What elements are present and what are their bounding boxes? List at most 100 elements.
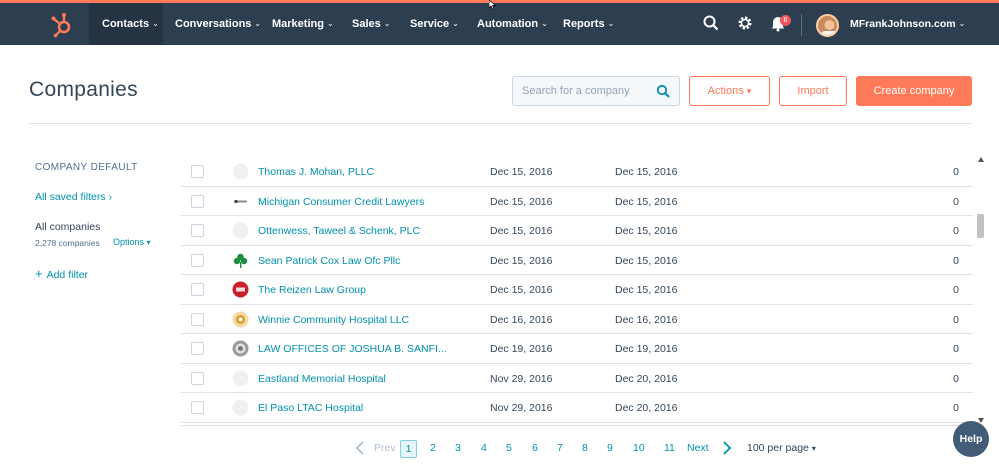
- nav-marketing[interactable]: Marketing ⌄: [272, 3, 334, 45]
- header-divider: [29, 123, 972, 124]
- associated-count: 0: [953, 313, 959, 326]
- pagination-page[interactable]: 9: [607, 440, 613, 458]
- hubspot-sprocket-logo-icon[interactable]: [48, 11, 76, 39]
- pagination-next[interactable]: Next: [687, 440, 709, 458]
- row-checkbox[interactable]: [191, 253, 204, 267]
- avatar[interactable]: [816, 14, 839, 37]
- row-checkbox[interactable]: [191, 312, 204, 326]
- chevron-right-icon[interactable]: [721, 440, 733, 456]
- last-activity-date: Dec 20, 2016: [615, 372, 678, 385]
- gear-icon[interactable]: [736, 14, 754, 32]
- company-name-link[interactable]: Ottenwess, Taweel & Schenk, PLC: [258, 225, 420, 237]
- company-logo-gray-seal-icon: [232, 340, 249, 357]
- table-row[interactable]: The Reizen Law Group Dec 15, 2016 Dec 15…: [181, 275, 973, 305]
- row-checkbox[interactable]: [191, 342, 204, 355]
- search-input[interactable]: Search for a company: [522, 85, 630, 97]
- company-name-link[interactable]: El Paso LTAC Hospital: [258, 402, 363, 414]
- actions-label: Actions: [707, 85, 744, 97]
- pagination-page[interactable]: 8: [582, 440, 588, 458]
- search-icon[interactable]: [656, 84, 671, 99]
- scroll-thumb[interactable]: [977, 214, 984, 238]
- nav-service[interactable]: Service ⌄: [410, 3, 459, 45]
- notification-count-badge: 6: [780, 15, 791, 26]
- current-view-name[interactable]: All companies: [35, 221, 100, 233]
- row-checkbox[interactable]: [191, 371, 204, 385]
- table-row[interactable]: Eastland Memorial Hospital Nov 29, 2016 …: [181, 364, 973, 393]
- per-page-label: 100 per page: [747, 442, 809, 454]
- nav-sales-label: Sales: [352, 18, 381, 30]
- create-date: Dec 15, 2016: [490, 254, 553, 267]
- company-name-link[interactable]: Thomas J. Mohan, PLLC: [258, 166, 374, 178]
- pagination-page[interactable]: 10: [633, 440, 645, 458]
- company-name-link[interactable]: Sean Patrick Cox Law Ofc Pllc: [258, 255, 400, 267]
- company-logo-gold-emblem-icon: [232, 311, 249, 327]
- company-logo-placeholder-icon: [232, 370, 249, 386]
- nav-automation[interactable]: Automation ⌄: [477, 3, 548, 45]
- user-menu[interactable]: MFrankJohnson.com ⌄: [850, 3, 965, 45]
- pagination-prev[interactable]: Prev: [374, 440, 396, 458]
- create-date: Nov 29, 2016: [490, 402, 553, 414]
- nav-contacts[interactable]: Contacts ⌄: [89, 3, 163, 45]
- company-name-link[interactable]: Eastland Memorial Hospital: [258, 373, 386, 385]
- options-label: Options: [113, 237, 145, 247]
- all-saved-filters-link[interactable]: All saved filters ›: [35, 191, 112, 203]
- table-row[interactable]: El Paso LTAC Hospital Nov 29, 2016 Dec 2…: [181, 393, 973, 423]
- per-page-dropdown[interactable]: 100 per page ▾: [747, 440, 816, 458]
- row-checkbox[interactable]: [191, 224, 204, 237]
- last-activity-date: Dec 19, 2016: [615, 343, 678, 355]
- chevron-down-icon: ⌄: [958, 19, 966, 28]
- company-search-box[interactable]: Search for a company: [512, 76, 680, 106]
- company-name-link[interactable]: The Reizen Law Group: [258, 284, 366, 296]
- table-row[interactable]: Winnie Community Hospital LLC Dec 16, 20…: [181, 305, 973, 334]
- options-dropdown[interactable]: Options ▾: [113, 237, 151, 247]
- associated-count: 0: [953, 284, 959, 296]
- top-navigation-bar: Contacts ⌄ Conversations ⌄ Marketing ⌄ Sale…: [0, 0, 999, 45]
- add-filter-link[interactable]: + Add filter: [35, 266, 88, 281]
- pagination-page[interactable]: 11: [664, 440, 675, 458]
- row-checkbox[interactable]: [191, 165, 204, 178]
- pagination-page[interactable]: 5: [506, 440, 512, 458]
- table-scrollbar[interactable]: [976, 157, 986, 425]
- pagination-page[interactable]: 6: [532, 440, 538, 458]
- table-row[interactable]: Ottenwess, Taweel & Schenk, PLC Dec 15, …: [181, 216, 973, 246]
- companies-table: Thomas J. Mohan, PLLC Dec 15, 2016 Dec 1…: [181, 157, 973, 426]
- table-row[interactable]: Thomas J. Mohan, PLLC Dec 15, 2016 Dec 1…: [181, 157, 973, 187]
- company-logo-placeholder-icon: [232, 222, 249, 239]
- mouse-cursor-icon: [489, 0, 497, 10]
- nav-sales[interactable]: Sales ⌄: [352, 3, 390, 45]
- create-company-button[interactable]: Create company: [856, 76, 972, 106]
- create-date: Dec 16, 2016: [490, 313, 553, 326]
- company-name-link[interactable]: LAW OFFICES OF JOSHUA B. SANFI...: [258, 343, 447, 355]
- pagination-page-current[interactable]: 1: [400, 440, 417, 458]
- table-row[interactable]: Sean Patrick Cox Law Ofc Pllc Dec 15, 20…: [181, 246, 973, 275]
- company-name-link[interactable]: Michigan Consumer Credit Lawyers: [258, 196, 424, 208]
- row-checkbox[interactable]: [191, 194, 204, 208]
- help-button[interactable]: Help: [953, 421, 989, 457]
- search-icon[interactable]: [702, 14, 720, 32]
- last-activity-date: Dec 16, 2016: [615, 313, 678, 326]
- user-photo-icon: [818, 16, 837, 35]
- pagination-page[interactable]: 2: [430, 440, 436, 458]
- table-row[interactable]: LAW OFFICES OF JOSHUA B. SANFI... Dec 19…: [181, 334, 973, 364]
- chevron-left-icon[interactable]: [354, 440, 366, 456]
- last-activity-date: Dec 15, 2016: [615, 284, 678, 296]
- nav-conversations[interactable]: Conversations ⌄: [175, 3, 261, 45]
- nav-conversations-label: Conversations: [175, 18, 252, 30]
- chevron-down-icon: ⌄: [152, 19, 159, 28]
- company-name-link[interactable]: Winnie Community Hospital LLC: [258, 314, 409, 326]
- pagination-page[interactable]: 4: [481, 440, 487, 458]
- scroll-up-arrow-icon[interactable]: [978, 157, 984, 162]
- pagination-page[interactable]: 7: [557, 440, 563, 458]
- table-row[interactable]: Michigan Consumer Credit Lawyers Dec 15,…: [181, 187, 973, 216]
- pagination-page[interactable]: 3: [455, 440, 461, 458]
- row-checkbox[interactable]: [191, 401, 204, 414]
- company-logo-placeholder-icon: [232, 163, 249, 180]
- nav-reports[interactable]: Reports ⌄: [563, 3, 614, 45]
- chevron-down-icon: ⌄: [326, 19, 334, 28]
- actions-button[interactable]: Actions ▾: [689, 76, 770, 106]
- company-logo-red-badge-icon: [232, 281, 249, 298]
- row-checkbox[interactable]: [191, 283, 204, 296]
- last-activity-date: Dec 15, 2016: [615, 254, 678, 267]
- import-button[interactable]: Import: [779, 76, 847, 106]
- page-title: Companies: [29, 78, 138, 101]
